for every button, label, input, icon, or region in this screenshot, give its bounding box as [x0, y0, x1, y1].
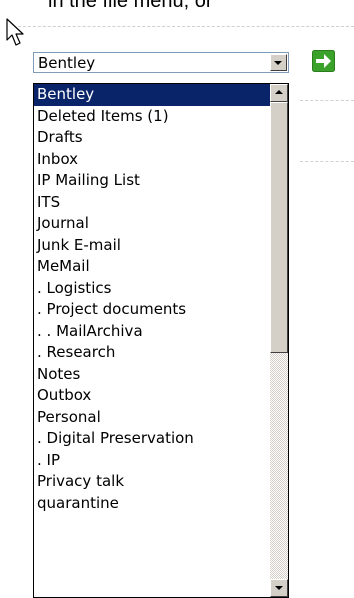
folder-list-item[interactable]: Drafts: [34, 127, 271, 149]
mouse-pointer-icon: [6, 18, 24, 46]
scrollbar-thumb[interactable]: [270, 102, 288, 353]
folder-list-item[interactable]: . Project documents: [34, 299, 271, 321]
folder-list-item[interactable]: . Research: [34, 342, 271, 364]
chevron-down-icon: [274, 61, 282, 65]
separator-line: [300, 100, 354, 101]
scroll-down-button[interactable]: [270, 579, 288, 597]
arrow-down-icon: [275, 586, 283, 590]
folder-list-item[interactable]: Privacy talk: [34, 471, 271, 493]
folder-list-items: Bentley Deleted Items (1) Drafts Inbox IP Ma…: [34, 84, 271, 514]
folder-list-item[interactable]: . Logistics: [34, 278, 271, 300]
folder-list-item[interactable]: MeMail: [34, 256, 271, 278]
folder-list-item[interactable]: . Digital Preservation: [34, 428, 271, 450]
folder-select[interactable]: Bentley: [33, 52, 289, 73]
arrow-up-icon: [275, 90, 283, 94]
folder-list-item[interactable]: Inbox: [34, 149, 271, 171]
cropped-top-text: in the file menu, or: [48, 0, 213, 12]
folder-list-item[interactable]: Junk E-mail: [34, 235, 271, 257]
folder-list-item[interactable]: Personal: [34, 407, 271, 429]
folder-list-item[interactable]: Bentley: [34, 84, 271, 106]
dropdown-scrollbar[interactable]: [270, 84, 288, 597]
folder-list-item[interactable]: Outbox: [34, 385, 271, 407]
folder-list-item[interactable]: Journal: [34, 213, 271, 235]
go-arrow-button[interactable]: [312, 50, 335, 72]
folder-list-item[interactable]: IP Mailing List: [34, 170, 271, 192]
folder-list-item[interactable]: Deleted Items (1): [34, 106, 271, 128]
separator-line: [300, 161, 354, 162]
folder-list-item[interactable]: ITS: [34, 192, 271, 214]
scroll-up-button[interactable]: [270, 84, 288, 102]
folder-select-dropdown-button[interactable]: [270, 54, 287, 71]
folder-list-item[interactable]: quarantine: [34, 493, 271, 515]
separator-line: [18, 26, 354, 27]
folder-list-item[interactable]: . . MailArchiva: [34, 321, 271, 343]
folder-list-item[interactable]: Notes: [34, 364, 271, 386]
folder-select-value: Bentley: [38, 54, 96, 72]
folder-dropdown-list[interactable]: Bentley Deleted Items (1) Drafts Inbox IP Ma…: [33, 83, 289, 598]
folder-list-item[interactable]: . IP: [34, 450, 271, 472]
